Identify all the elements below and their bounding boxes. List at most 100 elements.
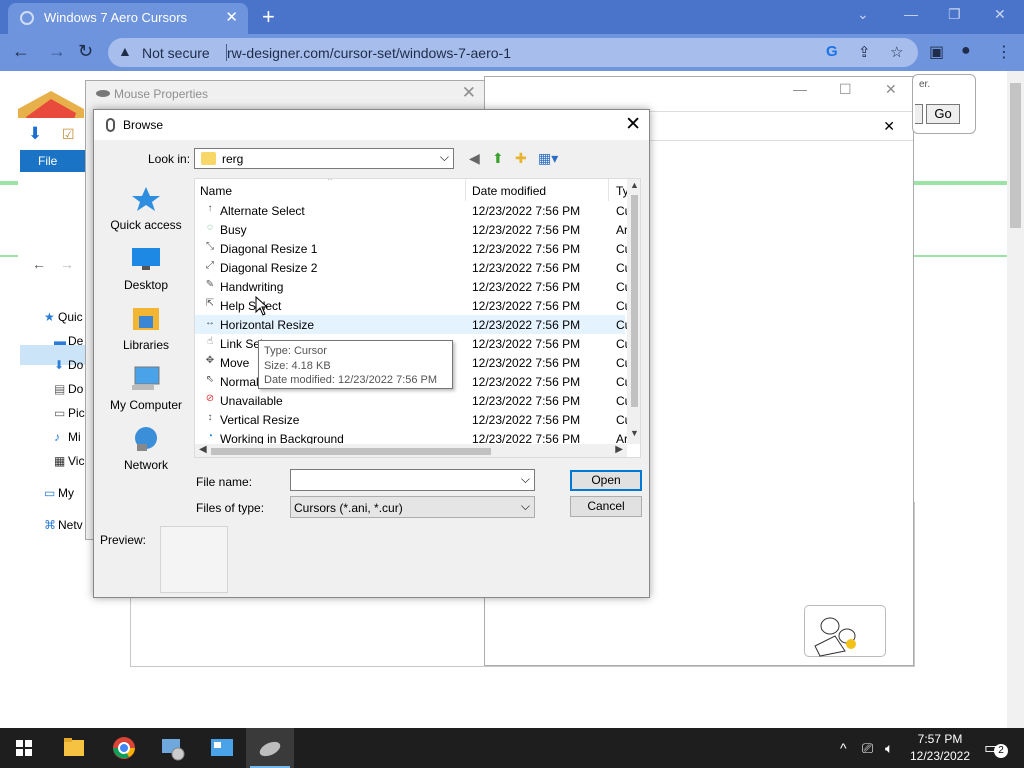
notifications-button[interactable]: ▭ 2 [984,738,1008,758]
page-scrollbar[interactable] [1007,71,1024,729]
taskbar-clock[interactable]: 7:57 PM 12/23/2022 [900,731,980,765]
window-minimize-button[interactable]: — [904,6,918,22]
view-menu-icon[interactable]: ▦▾ [538,150,558,167]
browse-close-button[interactable]: ✕ [625,113,641,136]
search-input-edge[interactable] [915,104,923,124]
file-row[interactable]: ↑ Alternate Select 12/23/2022 7:56 PM Cu [195,201,632,220]
search-clear-button[interactable]: ✕ [883,118,895,135]
place-libraries[interactable]: Libraries [102,306,190,352]
taskbar-app[interactable] [198,728,246,768]
scroll-down-icon[interactable]: ▼ [630,428,639,438]
start-button[interactable] [0,728,48,768]
url-text[interactable]: rw-designer.com/cursor-set/windows-7-aer… [227,45,511,61]
download-arrow-icon[interactable]: ⬇ [28,124,42,144]
document-icon: ▤ [54,382,66,396]
network-tray-icon[interactable]: ⎚ [862,740,873,757]
mouse-properties-close-button[interactable]: ✕ [462,83,476,103]
network-icon: ⌘ [44,518,56,532]
place-my-computer[interactable]: My Computer [102,366,190,412]
menu-kebab-icon[interactable]: ⋮ [996,42,1012,62]
tab-search-icon[interactable]: ⌄ [857,6,869,23]
vertical-scroll-thumb[interactable] [631,195,638,407]
quick-access-icon [132,187,160,211]
mouse-pointer-icon [255,296,269,316]
download-icon: ⬇ [54,358,65,372]
my-computer-icon [132,366,160,390]
place-network[interactable]: Network [102,426,190,472]
browser-toolbar: ← → ↻ ▲ Not secure rw-designer.com/curso… [0,34,1024,71]
file-row-hovered[interactable]: ↔ Horizontal Resize 12/23/2022 7:56 PM Cu [195,315,631,334]
settings-minimize-button[interactable]: — [793,81,807,97]
network-icon [135,427,157,451]
mouse-icon [259,741,281,757]
file-row[interactable]: ✎ Handwriting 12/23/2022 7:56 PM Cu [195,277,632,296]
taskbar-control-panel[interactable] [148,728,196,768]
cursor-file-icon: ↑ [207,203,213,214]
back-arrow-icon[interactable]: ← [12,41,30,62]
google-icon[interactable]: G [826,43,838,60]
file-row[interactable]: ⤡ Diagonal Resize 1 12/23/2022 7:56 PM Cu [195,239,631,258]
scroll-up-icon[interactable]: ▲ [630,180,639,190]
volume-icon[interactable]: 🔈︎ [885,740,893,757]
globe-icon [20,11,34,25]
back-folder-icon[interactable]: ◀ [469,150,480,167]
file-row[interactable]: ⊘ Unavailable 12/23/2022 7:56 PM Cu [195,391,632,410]
look-in-value: rerg [222,152,244,166]
explorer-forward-icon[interactable]: → [60,256,74,272]
column-header-date[interactable]: Date modified [466,179,609,201]
horizontal-scroll-thumb[interactable] [211,448,491,455]
tab-title: Windows 7 Aero Cursors [44,10,188,25]
reload-icon[interactable]: ↻ [78,41,93,62]
up-folder-icon[interactable]: ⬆ [492,150,504,167]
file-name-input[interactable]: ⌵ [290,469,535,491]
cursor-file-icon: ◔ [206,431,214,442]
show-hidden-icons-icon[interactable]: ^ [840,740,847,756]
address-bar[interactable]: ▲ Not secure rw-designer.com/cursor-set/… [108,38,918,67]
cursor-file-icon: ⇱ [205,298,215,309]
new-tab-button[interactable]: + [262,4,275,30]
file-row[interactable]: ⤢ Diagonal Resize 2 12/23/2022 7:56 PM Cu [195,258,631,277]
scroll-left-icon[interactable]: ◀ [199,444,207,455]
file-list-horizontal-scrollbar[interactable]: ◀ ▶ [195,444,627,457]
tab-close-button[interactable]: ✕ [225,8,238,26]
column-header-type[interactable]: Ty [609,179,629,201]
mouse-icon [96,90,110,97]
explorer-back-icon[interactable]: ← [32,256,46,272]
bookmark-star-icon[interactable]: ☆ [890,43,903,61]
cursor-preview-thumbnail[interactable] [804,605,886,657]
taskbar-mouse-properties[interactable] [246,728,294,768]
place-quick-access[interactable]: Quick access [102,186,190,232]
settings-close-button[interactable]: ✕ [885,81,897,98]
not-secure-label: Not secure [142,45,210,61]
side-panel-icon[interactable]: ▣ [929,42,944,62]
file-list[interactable]: ⌃ Name Date modified Ty ↑ Alternate Selec… [194,178,641,458]
file-row[interactable]: ↕ Vertical Resize 12/23/2022 7:56 PM Cu [195,410,632,429]
window-restore-button[interactable]: ❐ [948,6,961,23]
cancel-button[interactable]: Cancel [570,496,642,517]
column-header-name[interactable]: Name [195,179,466,201]
look-in-dropdown[interactable]: rerg ⌵ [194,148,454,169]
cursor-file-icon: ⊘ [205,393,215,404]
forward-arrow-icon[interactable]: → [48,41,66,62]
place-desktop[interactable]: Desktop [102,246,190,292]
share-icon[interactable]: ⇪ [858,43,871,61]
look-in-label: Look in: [148,152,191,166]
file-list-vertical-scrollbar[interactable]: ▲ ▼ [627,179,640,444]
taskbar-file-explorer[interactable] [50,728,98,768]
folder-icon [201,152,216,165]
file-row[interactable]: ◌ Busy 12/23/2022 7:56 PM Ar [195,220,628,239]
chevron-down-icon[interactable]: ⌵ [521,472,530,487]
settings-maximize-button[interactable]: ☐ [839,81,852,98]
go-button[interactable]: Go [926,104,960,124]
preview-label: Preview: [100,533,147,547]
browser-tab[interactable]: Windows 7 Aero Cursors ✕ [8,3,248,34]
new-folder-icon[interactable]: ✚ [515,150,527,167]
page-scrollbar-thumb[interactable] [1010,83,1021,228]
profile-icon[interactable]: ● [961,42,971,60]
files-of-type-select[interactable]: Cursors (*.ani, *.cur) ⌵ [290,496,535,518]
window-close-button[interactable]: ✕ [994,6,1006,23]
scroll-right-icon[interactable]: ▶ [615,444,623,455]
checklist-icon[interactable]: ☑ [62,126,75,143]
taskbar-chrome[interactable] [100,728,148,768]
open-button[interactable]: Open [570,470,642,491]
